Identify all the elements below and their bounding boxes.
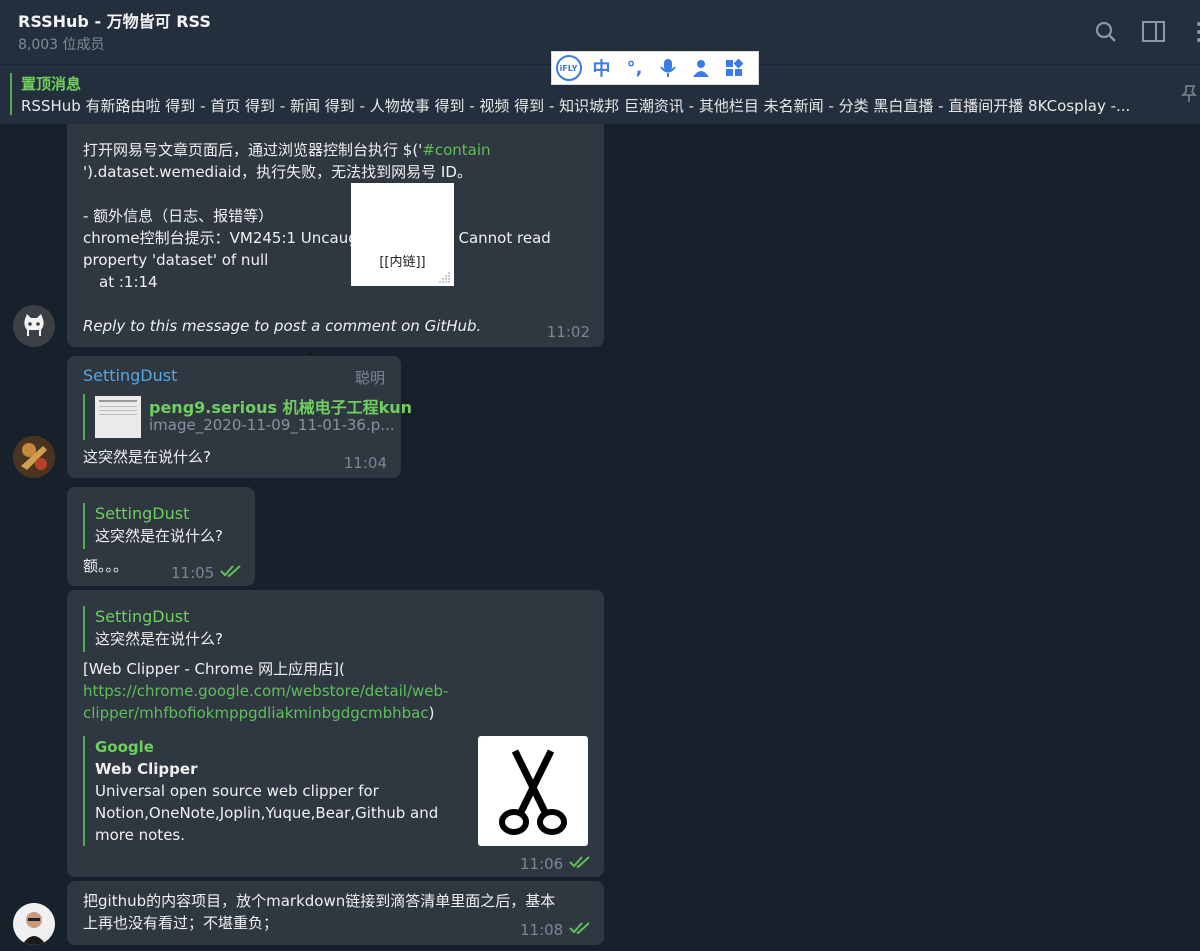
read-checks-icon: [220, 565, 241, 578]
text-line: 上再也没有看过；不堪重负；: [83, 914, 279, 932]
scissors-icon: [499, 749, 567, 835]
search-icon[interactable]: [1092, 18, 1120, 46]
code-link[interactable]: #contain: [422, 141, 490, 159]
preview-title: Web Clipper: [95, 760, 198, 778]
sender-name[interactable]: SettingDust: [83, 366, 177, 385]
ime-toolbar: iFLY 中 °,: [551, 51, 759, 85]
text-line: - 额外信息（日志、报错等）: [83, 207, 274, 225]
text-line: ').dataset.wemediaid，执行失败，无法找到网易号 ID。: [83, 163, 472, 181]
url-link[interactable]: clipper/mhfbofiokmppgdliakminbgdgcmbhbac: [83, 704, 429, 722]
github-bot-icon: [24, 314, 44, 336]
preview-site: Google: [95, 738, 154, 756]
message-time: 11:04: [343, 454, 387, 472]
member-count: 8,003 位成员: [18, 37, 105, 53]
message-time: 11:02: [546, 323, 590, 341]
chat-title[interactable]: RSSHub - 万物皆可 RSS: [18, 8, 211, 32]
ime-voice-button[interactable]: [651, 51, 684, 85]
reply-text: image_2020-11-09_11-01-36.p...: [149, 416, 395, 434]
ifly-logo-button[interactable]: iFLY: [552, 51, 585, 85]
text-line: 把github的内容项目，放个markdown链接到滴答清单里面之后，基本: [83, 892, 556, 910]
avatar[interactable]: [13, 903, 55, 945]
message-text: 打开网易号文章页面后，通过浏览器控制台执行 $('#contain ').dat…: [83, 139, 593, 337]
more-icon[interactable]: [1186, 18, 1200, 46]
mic-icon: [659, 59, 676, 77]
pin-icon[interactable]: [1178, 83, 1200, 105]
link-preview[interactable]: Google Web Clipper Universal open source…: [83, 736, 459, 846]
ifly-logo-icon: iFLY: [555, 55, 582, 81]
ime-punctuation[interactable]: °,: [618, 51, 651, 85]
sidebar-icon[interactable]: [1140, 18, 1168, 46]
read-checks-icon: [569, 922, 590, 935]
message-bubble[interactable]: 打开网易号文章页面后，通过浏览器控制台执行 $('#contain ').dat…: [67, 124, 604, 347]
url-link[interactable]: https://chrome.google.com/webstore/detai…: [83, 680, 593, 702]
text-line: at :1:14: [99, 273, 158, 291]
member-role: 聪明: [354, 369, 385, 387]
preview-image[interactable]: [478, 736, 588, 846]
reply-author: SettingDust: [95, 607, 190, 626]
ime-chinese-mode[interactable]: 中: [585, 51, 618, 85]
apps-icon: [725, 59, 743, 76]
read-checks-icon: [569, 856, 590, 869]
text-line: property 'dataset' of null: [83, 251, 269, 269]
text-line: Reply to this message to post a comment …: [83, 317, 482, 335]
reply-quote[interactable]: SettingDust 这突然是在说什么?: [83, 503, 243, 549]
pinned-text: RSSHub 有新路由啦 得到 - 首页 得到 - 新闻 得到 - 人物故事 得…: [21, 97, 1131, 115]
message-text: 这突然是在说什么?: [83, 448, 211, 466]
preview-description: Universal open source web clipper for No…: [95, 782, 439, 844]
inner-link-popup[interactable]: [[内链]]: [351, 183, 454, 286]
reply-text: 这突然是在说什么?: [95, 527, 223, 545]
message-time: 11:06: [520, 855, 564, 873]
message-bubble[interactable]: SettingDust 这突然是在说什么? 额。。。 11:05: [67, 487, 255, 586]
reply-quote[interactable]: SettingDust 这突然是在说什么?: [83, 606, 383, 652]
inner-link-label: [[内链]]: [379, 255, 426, 270]
user-avatar-image: [13, 903, 55, 945]
ime-user-button[interactable]: [684, 51, 717, 85]
message-bubble[interactable]: SettingDust 聪明 peng9.serious 机械电子工程kun i…: [67, 356, 412, 478]
user-icon: [692, 60, 709, 77]
text-segment: ): [428, 704, 435, 722]
message-text: 额。。。: [83, 557, 129, 575]
pinned-accent-bar: [10, 73, 12, 115]
text-line: [Web Clipper - Chrome 网上应用店](: [83, 660, 345, 678]
ime-apps-button[interactable]: [717, 51, 750, 85]
message-bubble[interactable]: 把github的内容项目，放个markdown链接到滴答清单里面之后，基本 上再…: [67, 881, 604, 945]
message-text: [Web Clipper - Chrome 网上应用店]( https://ch…: [83, 658, 593, 724]
avatar[interactable]: [13, 305, 55, 347]
reply-thumbnail: [95, 396, 141, 438]
message-time: 11:05: [171, 564, 215, 582]
reply-author: SettingDust: [95, 504, 190, 523]
pinned-title: 置顶消息: [21, 75, 82, 93]
reply-quote[interactable]: peng9.serious 机械电子工程kun image_2020-11-09…: [83, 394, 412, 440]
resize-grip-icon[interactable]: [439, 271, 451, 283]
reply-author: peng9.serious 机械电子工程kun: [149, 398, 413, 417]
message-time: 11:08: [520, 921, 564, 939]
reply-text: 这突然是在说什么?: [95, 630, 223, 648]
user-avatar-image: [13, 436, 55, 478]
text-line: chrome控制台提示：VM245:1 Uncaught TypeError: …: [83, 229, 551, 247]
text-segment: 打开网易号文章页面后，通过浏览器控制台执行 $(': [83, 141, 423, 159]
avatar[interactable]: [13, 436, 55, 478]
message-text: 把github的内容项目，放个markdown链接到滴答清单里面之后，基本 上再…: [83, 890, 593, 934]
message-bubble[interactable]: SettingDust 这突然是在说什么? [Web Clipper - Chr…: [67, 590, 604, 877]
